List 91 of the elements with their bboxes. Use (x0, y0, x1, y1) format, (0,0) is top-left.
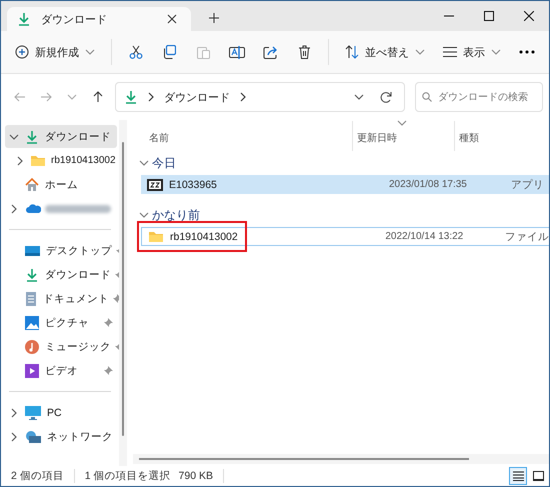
expand-chevron-icon (9, 204, 19, 214)
archive-icon (147, 178, 163, 190)
pin-icon (104, 318, 113, 327)
sidebar-item[interactable]: ホーム (5, 173, 117, 196)
column-header[interactable]: 種類 (454, 121, 549, 151)
network-icon (25, 430, 41, 444)
list-icon (442, 47, 457, 57)
clipboard-icon (196, 45, 210, 59)
details-view-button[interactable] (509, 467, 527, 485)
sidebar-item[interactable]: ダウンロード (5, 263, 117, 286)
file-type: アプリ (511, 178, 545, 192)
sidebar-item[interactable]: ダウンロード (5, 125, 117, 148)
music-icon (25, 340, 39, 354)
maximize-icon (484, 11, 494, 21)
rename-icon (228, 45, 245, 59)
file-name: E1033965 (141, 178, 385, 190)
search-icon (422, 92, 432, 102)
caret-icon (414, 47, 425, 57)
sidebar-item[interactable]: ドキュメント (5, 287, 117, 310)
address-bar[interactable]: ダウンロード (115, 82, 405, 112)
close-icon (524, 11, 534, 21)
breadcrumb[interactable]: ダウンロード (164, 90, 230, 104)
column-header[interactable]: 更新日時 (352, 121, 454, 151)
download-icon (17, 12, 31, 26)
video-icon (25, 364, 39, 378)
file-name: rb1910413002 (142, 230, 382, 243)
selection-size: 790 KB (178, 470, 213, 482)
scissors-icon (128, 45, 143, 59)
download-icon (25, 130, 39, 144)
column-header[interactable]: 名前 (141, 121, 352, 151)
trash-icon (298, 45, 311, 59)
tiles-view-icon (532, 471, 544, 481)
forward-arrow-icon (40, 91, 52, 103)
caret-icon (490, 47, 501, 57)
monitor-icon (25, 406, 41, 420)
close-icon (167, 14, 177, 24)
sidebar-item[interactable]: ビデオ (5, 359, 117, 382)
picture-icon (25, 316, 39, 330)
back-arrow-icon (14, 91, 26, 103)
refresh-icon (380, 91, 392, 103)
scrollbar[interactable] (133, 454, 549, 464)
cloud-icon (25, 203, 41, 214)
selection-count: 1 個の項目を選択 (84, 469, 171, 483)
view-button[interactable]: 表示 (434, 37, 509, 67)
caret-icon (85, 47, 95, 57)
search-box[interactable]: ダウンロードの検索 (415, 82, 543, 112)
copy-icon (162, 45, 176, 59)
chevron-icon (139, 158, 149, 168)
tab[interactable]: ダウンロード (7, 7, 191, 31)
folder-icon (30, 154, 46, 167)
chevron-icon (238, 92, 248, 102)
modified-date: 2023/01/08 17:35 (388, 179, 468, 190)
new-button[interactable]: 新規作成 (7, 37, 103, 67)
sidebar-item[interactable]: ネットワーク (5, 425, 117, 448)
chevron-icon (354, 92, 364, 102)
sidebar-item[interactable]: ピクチャ (5, 311, 117, 334)
up-arrow-icon (92, 91, 104, 103)
more-icon (518, 50, 535, 54)
file-type: ファイル (505, 230, 549, 244)
share-icon (263, 45, 278, 59)
chevron-icon (139, 210, 149, 220)
download-icon (124, 90, 138, 104)
chevron-icon (146, 92, 156, 102)
download-icon (25, 268, 39, 282)
sort-button[interactable]: 並べ替え (336, 37, 433, 67)
file-row[interactable]: E1033965 2023/01/08 17:35 アプリ (141, 175, 549, 194)
add-icon (15, 45, 29, 59)
group-header[interactable]: 今日 (133, 152, 549, 174)
sort-caret-icon (396, 120, 407, 128)
expand-chevron-icon (9, 408, 19, 418)
desktop-icon (25, 244, 40, 256)
sidebar-item[interactable]: PC (5, 401, 117, 424)
sidebar-item[interactable]: rb1910413002 (5, 149, 117, 172)
scrollbar[interactable] (119, 120, 127, 466)
details-view-icon (512, 471, 524, 481)
folder-icon (148, 230, 164, 243)
expand-chevron-icon (9, 432, 19, 442)
item-count: 2 個の項目 (11, 469, 64, 483)
modified-date: 2022/10/14 13:22 (384, 231, 464, 242)
blurred-label (45, 204, 111, 212)
chevron-icon (67, 92, 77, 102)
document-icon (25, 292, 37, 306)
plus-icon (208, 12, 220, 24)
file-row[interactable]: rb1910413002 2022/10/14 13:22 ファイル (141, 227, 549, 246)
sort-icon (344, 45, 359, 59)
search-field[interactable]: ダウンロードの検索 (438, 92, 536, 102)
collapse-chevron-icon (9, 132, 19, 142)
home-icon (25, 178, 39, 191)
expand-chevron-icon (15, 156, 25, 166)
pin-icon (104, 366, 113, 375)
group-header[interactable]: かなり前 (133, 204, 549, 226)
